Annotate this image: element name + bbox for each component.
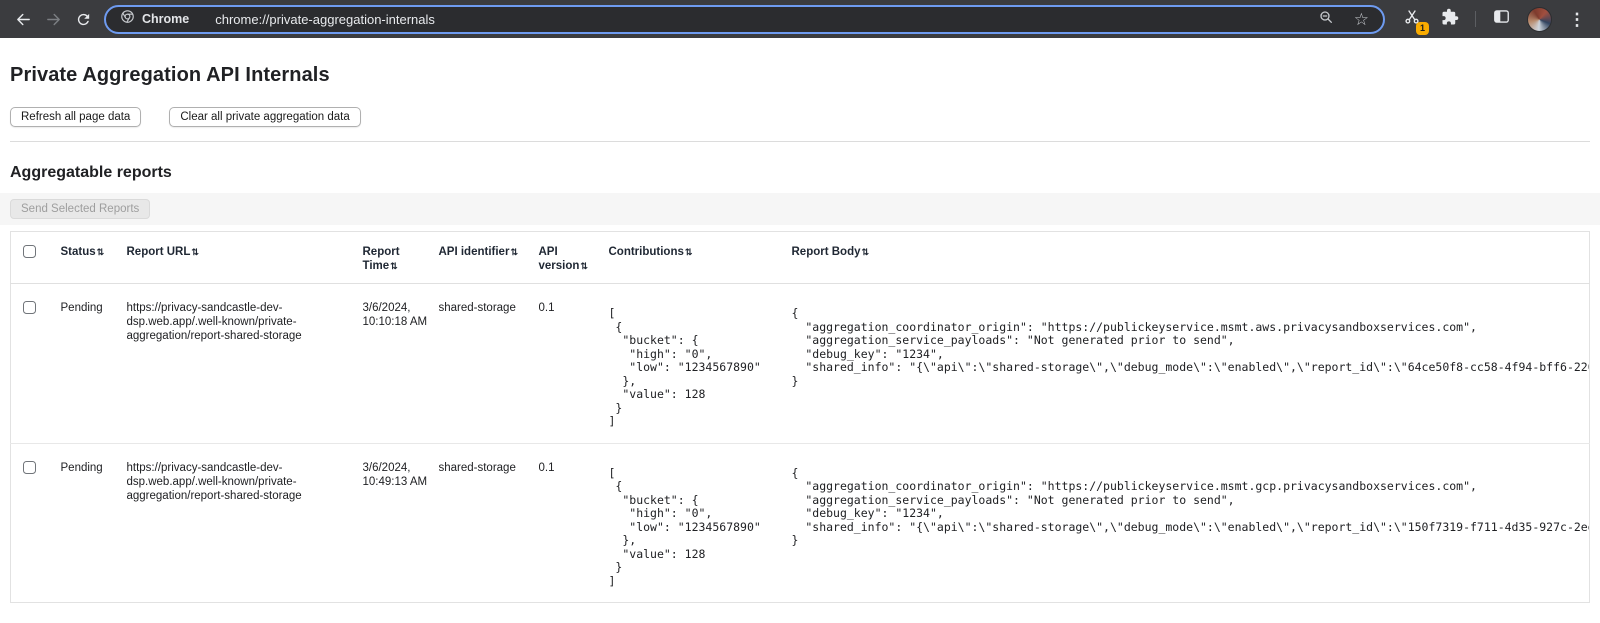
reports-table: Status⇅ Report URL⇅ Report Time⇅ API ide… bbox=[10, 231, 1590, 603]
header-api-version[interactable]: API version⇅ bbox=[539, 232, 609, 284]
report-body-cell: { "aggregation_coordinator_origin": "htt… bbox=[792, 284, 1590, 444]
reload-icon bbox=[75, 11, 92, 28]
row-select-cell bbox=[11, 443, 61, 603]
extension-scissors-button[interactable]: 1 bbox=[1399, 6, 1425, 32]
api-version-cell: 0.1 bbox=[539, 443, 609, 603]
toolbar-separator bbox=[1475, 11, 1476, 27]
api-identifier-cell: shared-storage bbox=[439, 284, 539, 444]
status-cell: Pending bbox=[61, 443, 127, 603]
send-selected-reports-button[interactable]: Send Selected Reports bbox=[10, 199, 150, 219]
header-contributions[interactable]: Contributions⇅ bbox=[609, 232, 792, 284]
profile-button[interactable] bbox=[1526, 6, 1552, 32]
extensions-button[interactable] bbox=[1437, 6, 1463, 32]
zoom-icon[interactable] bbox=[1318, 9, 1334, 30]
chrome-chip-label: Chrome bbox=[142, 12, 189, 26]
row-select-cell bbox=[11, 284, 61, 444]
chrome-logo-icon bbox=[120, 9, 135, 29]
reports-toolbar: Send Selected Reports bbox=[0, 193, 1600, 225]
sort-icon: ⇅ bbox=[390, 261, 397, 271]
header-status[interactable]: Status⇅ bbox=[61, 232, 127, 284]
api-version-cell: 0.1 bbox=[539, 284, 609, 444]
table-row: Pending https://privacy-sandcastle-dev-d… bbox=[11, 443, 1590, 603]
back-arrow-icon bbox=[15, 11, 32, 28]
sort-icon: ⇅ bbox=[862, 247, 869, 257]
report-body-json: { "aggregation_coordinator_origin": "htt… bbox=[792, 307, 1582, 388]
browser-toolbar: Chrome chrome://private-aggregation-inte… bbox=[0, 0, 1600, 38]
page-title: Private Aggregation API Internals bbox=[10, 64, 1590, 87]
bookmark-star-icon[interactable]: ☆ bbox=[1354, 11, 1369, 28]
row-checkbox[interactable] bbox=[23, 461, 36, 474]
contributions-cell: [ { "bucket": { "high": "0", "low": "123… bbox=[609, 284, 792, 444]
header-report-url[interactable]: Report URL⇅ bbox=[127, 232, 363, 284]
page-content: Private Aggregation API Internals Refres… bbox=[0, 64, 1600, 603]
header-report-time[interactable]: Report Time⇅ bbox=[363, 232, 439, 284]
api-identifier-cell: shared-storage bbox=[439, 443, 539, 603]
report-time-cell: 3/6/2024, 10:10:18 AM bbox=[363, 284, 439, 444]
report-body-cell: { "aggregation_coordinator_origin": "htt… bbox=[792, 443, 1590, 603]
sort-icon: ⇅ bbox=[191, 247, 198, 257]
sort-icon: ⇅ bbox=[510, 247, 517, 257]
table-header-row: Status⇅ Report URL⇅ Report Time⇅ API ide… bbox=[11, 232, 1590, 284]
clear-all-button[interactable]: Clear all private aggregation data bbox=[169, 107, 360, 127]
sort-icon: ⇅ bbox=[97, 247, 104, 257]
header-api-identifier[interactable]: API identifier⇅ bbox=[439, 232, 539, 284]
aggregatable-reports-heading: Aggregatable reports bbox=[10, 164, 1590, 182]
select-all-cell bbox=[11, 232, 61, 284]
profile-avatar bbox=[1527, 7, 1552, 32]
sort-icon: ⇅ bbox=[580, 261, 587, 271]
table-row: Pending https://privacy-sandcastle-dev-d… bbox=[11, 284, 1590, 444]
report-body-json: { "aggregation_coordinator_origin": "htt… bbox=[792, 467, 1582, 548]
reload-button[interactable] bbox=[68, 4, 98, 34]
url-text[interactable]: chrome://private-aggregation-internals bbox=[215, 12, 1318, 27]
forward-arrow-icon bbox=[45, 11, 62, 28]
side-panel-icon bbox=[1492, 7, 1511, 31]
contributions-json: [ { "bucket": { "high": "0", "low": "123… bbox=[609, 307, 784, 429]
back-button[interactable] bbox=[8, 4, 38, 34]
side-panel-button[interactable] bbox=[1488, 6, 1514, 32]
url-bar[interactable]: Chrome chrome://private-aggregation-inte… bbox=[104, 5, 1385, 34]
page-actions: Refresh all page data Clear all private … bbox=[10, 107, 1590, 127]
select-all-checkbox[interactable] bbox=[23, 245, 36, 258]
report-time-cell: 3/6/2024, 10:49:13 AM bbox=[363, 443, 439, 603]
extension-badge: 1 bbox=[1416, 22, 1429, 35]
chrome-page-chip: Chrome bbox=[120, 9, 189, 29]
contributions-json: [ { "bucket": { "high": "0", "low": "123… bbox=[609, 467, 784, 589]
status-cell: Pending bbox=[61, 284, 127, 444]
sort-icon: ⇅ bbox=[685, 247, 692, 257]
report-url-cell: https://privacy-sandcastle-dev-dsp.web.a… bbox=[127, 443, 363, 603]
forward-button[interactable] bbox=[38, 4, 68, 34]
browser-menu-button[interactable]: ⋮ bbox=[1564, 6, 1590, 32]
three-dot-menu-icon: ⋮ bbox=[1569, 11, 1586, 28]
row-checkbox[interactable] bbox=[23, 301, 36, 314]
refresh-all-button[interactable]: Refresh all page data bbox=[10, 107, 141, 127]
section-divider bbox=[10, 141, 1590, 142]
header-report-body[interactable]: Report Body⇅ bbox=[792, 232, 1590, 284]
report-url-cell: https://privacy-sandcastle-dev-dsp.web.a… bbox=[127, 284, 363, 444]
puzzle-piece-icon bbox=[1441, 8, 1459, 31]
contributions-cell: [ { "bucket": { "high": "0", "low": "123… bbox=[609, 443, 792, 603]
